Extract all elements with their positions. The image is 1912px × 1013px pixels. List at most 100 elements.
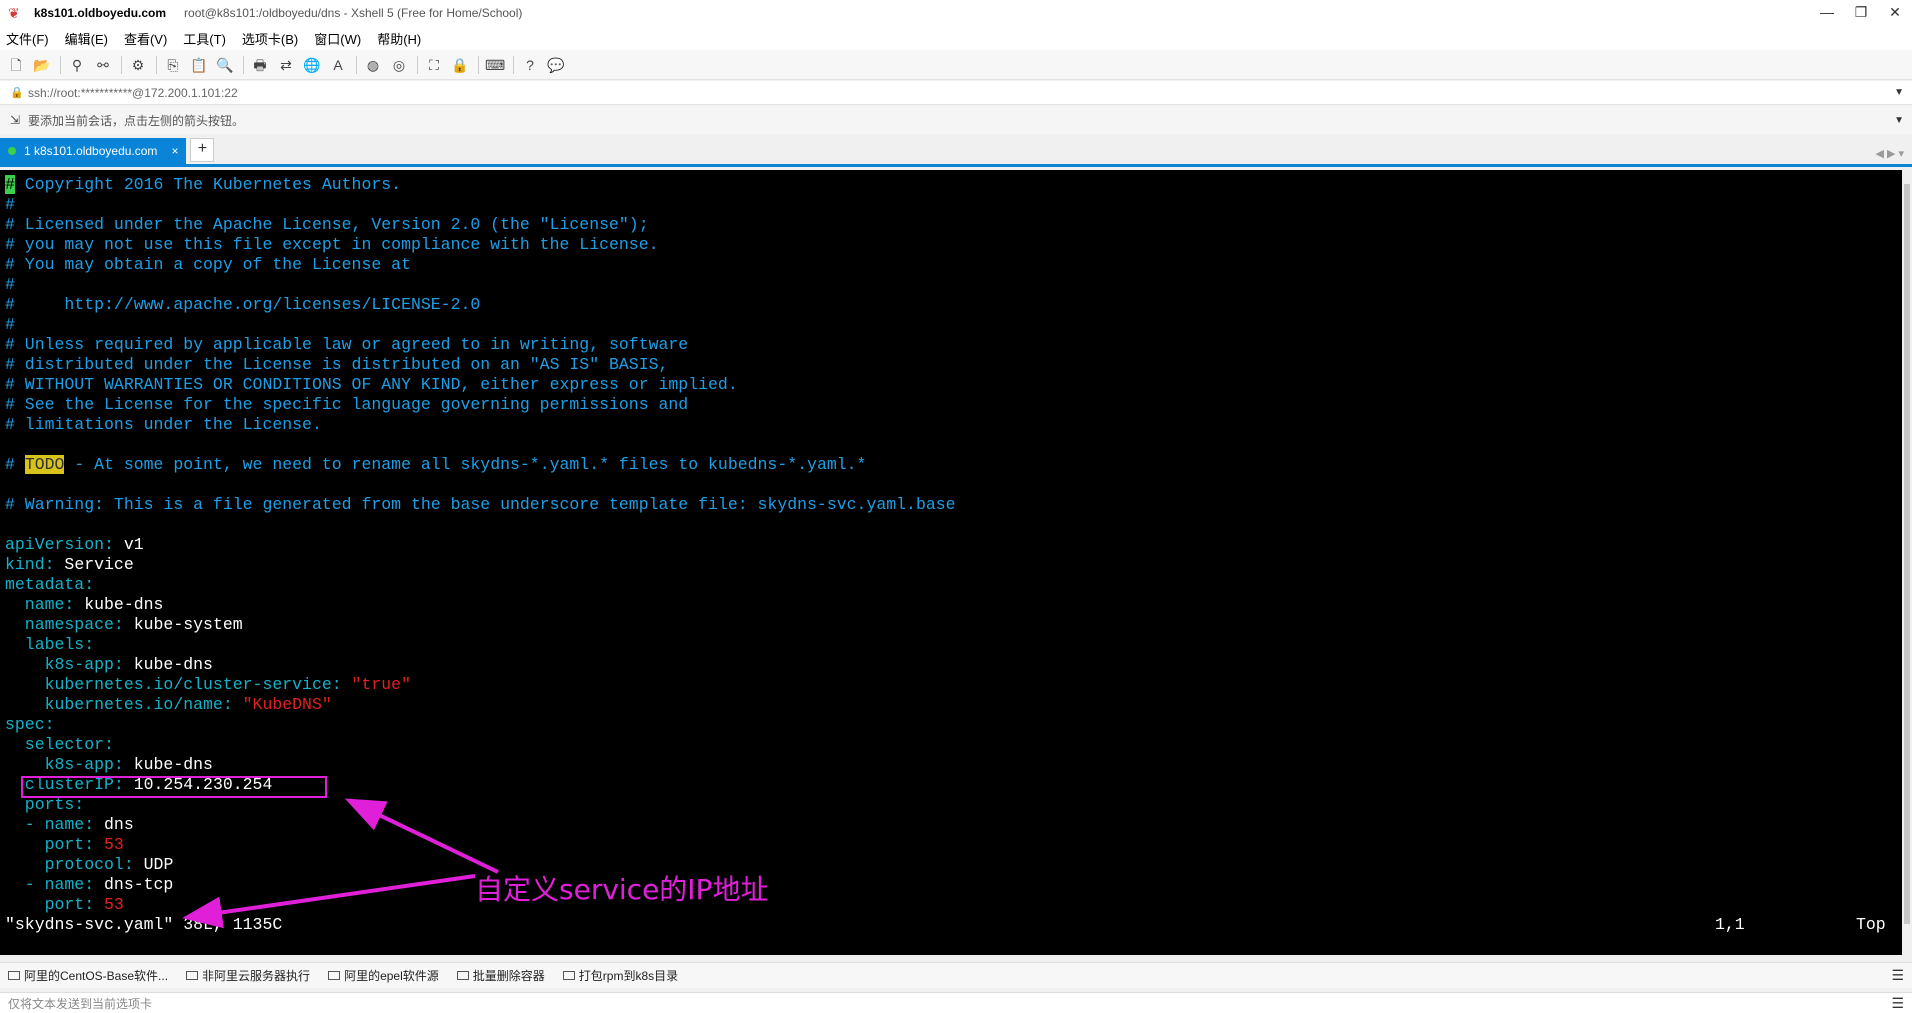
terminal-text: labels: (5, 635, 95, 654)
vim-cursor-position: 1,1 (1715, 915, 1745, 934)
terminal-line: metadata: (5, 575, 94, 595)
quick-command-label: 非阿里云服务器执行 (202, 969, 311, 983)
paste-icon[interactable]: 📋 (189, 55, 209, 75)
quick-command-item[interactable]: 打包rpm到k8s目录 (562, 967, 678, 984)
terminal-text: kube-system (123, 615, 243, 634)
chevron-down-icon[interactable]: ▼ (1894, 87, 1904, 98)
terminal-text: # WITHOUT WARRANTIES OR CONDITIONS OF AN… (5, 375, 738, 394)
tab-session-1[interactable]: 1 k8s101.oldboyedu.com × (0, 138, 187, 164)
terminal-line: # Unless required by applicable law or a… (5, 335, 688, 355)
menu-icon[interactable]: ☰ (1891, 995, 1904, 1012)
terminal-line: kind: Service (5, 555, 134, 575)
terminal-text: - name: (5, 815, 95, 834)
add-tab-button[interactable]: + (190, 138, 215, 162)
terminal-text: spec: (5, 715, 55, 734)
menu-help[interactable]: 帮助(H) (377, 29, 421, 48)
terminal-text: v1 (113, 535, 144, 554)
menu-tools[interactable]: 工具(T) (183, 29, 226, 48)
keyboard-icon (8, 971, 20, 980)
terminal-line: # (5, 275, 15, 295)
fullscreen-icon[interactable]: ⛶ (424, 55, 444, 75)
minimize-button[interactable]: — (1810, 0, 1844, 26)
reconnect-icon[interactable]: ⚲ (67, 55, 87, 75)
terminal-line: labels: (5, 635, 94, 655)
terminal-line: # (5, 315, 15, 335)
terminal-screen[interactable]: # Copyright 2016 The Kubernetes Authors.… (0, 170, 1902, 955)
terminal-text: UDP (133, 855, 174, 874)
terminal-text: kind: (5, 555, 55, 574)
terminal-text: - At some point, we need to rename all s… (64, 455, 867, 474)
close-window-button[interactable]: ✕ (1878, 0, 1912, 26)
tab-bar: 1 k8s101.oldboyedu.com × + ◀ ▶ ▾ (0, 138, 1912, 167)
menu-icon[interactable]: ☰ (1891, 967, 1904, 984)
menu-window[interactable]: 窗口(W) (314, 29, 361, 48)
terminal-text: "KubeDNS" (232, 695, 332, 714)
chat-icon[interactable]: 💬 (546, 55, 566, 75)
terminal-text: namespace: (5, 615, 124, 634)
address-bar[interactable]: 🔒 ssh://root:***********@172.200.1.101:2… (0, 81, 1912, 105)
lock-icon[interactable]: 🔒 (450, 55, 470, 75)
add-session-arrow-icon[interactable]: ⇲ (10, 113, 24, 127)
window-subtitle: root@k8s101:/oldboyedu/dns - Xshell 5 (F… (184, 6, 523, 20)
terminal-text: 53 (94, 895, 124, 914)
xftp-icon[interactable]: ◍ (363, 55, 383, 75)
clusterip-highlight-box (21, 776, 327, 798)
find-icon[interactable]: 🔍 (215, 55, 235, 75)
terminal-text: TODO (24, 455, 65, 474)
quick-command-label: 阿里的epel软件源 (344, 969, 439, 983)
quick-command-item[interactable]: 阿里的epel软件源 (328, 967, 439, 984)
new-session-icon[interactable]: 🗋 (6, 55, 26, 75)
print-icon[interactable]: 🖶 (250, 55, 270, 75)
disconnect-icon[interactable]: ⚯ (93, 55, 113, 75)
terminal-text: # See the License for the specific langu… (5, 395, 689, 414)
terminal-line: # TODO - At some point, we need to renam… (5, 455, 866, 475)
window-controls: — ❐ ✕ (1810, 0, 1912, 26)
terminal-text: kube-dns (74, 595, 164, 614)
terminal-line: k8s-app: kube-dns (5, 755, 213, 775)
keyboard-icon[interactable]: ⌨ (485, 55, 505, 75)
terminal-text: apiVersion: (5, 535, 114, 554)
transfer-icon[interactable]: ⇄ (276, 55, 296, 75)
terminal-text: "true" (341, 675, 411, 694)
quick-command-item[interactable]: 批量删除容器 (456, 967, 545, 984)
terminal-line: spec: (5, 715, 55, 735)
send-text-bar[interactable]: 仅将文本发送到当前选项卡 ☰ (0, 992, 1912, 1013)
terminal-scrollbar[interactable] (1902, 170, 1912, 955)
quick-command-item[interactable]: 阿里的CentOS-Base软件... (8, 967, 168, 984)
copy-icon[interactable]: ⎘ (163, 55, 183, 75)
terminal-line: # Licensed under the Apache License, Ver… (5, 215, 649, 235)
scrollbar-thumb[interactable] (1904, 184, 1910, 924)
script-icon[interactable]: ◎ (389, 55, 409, 75)
terminal-text: kube-dns (123, 655, 213, 674)
quick-command-item[interactable]: 非阿里云服务器执行 (186, 967, 310, 984)
menu-edit[interactable]: 编辑(E) (65, 29, 108, 48)
session-address[interactable]: ssh://root:***********@172.200.1.101:22 (28, 86, 238, 100)
help-icon[interactable]: ? (520, 55, 540, 75)
terminal-line: # you may not use this file except in co… (5, 235, 659, 255)
open-folder-icon[interactable]: 📂 (32, 55, 52, 75)
chevron-down-icon[interactable]: ▼ (1894, 115, 1904, 126)
send-text-input[interactable]: 仅将文本发送到当前选项卡 (8, 995, 152, 1012)
restore-button[interactable]: ❐ (1844, 0, 1878, 26)
toolbar: 🗋 📂 ⚲ ⚯ ⚙ ⎘ 📋 🔍 🖶 ⇄ 🌐 A ◍ ◎ ⛶ 🔒 ⌨ ? 💬 (0, 50, 1912, 80)
toolbar-divider (513, 55, 514, 74)
tab-nav-arrows-icon[interactable]: ◀ ▶ ▾ (1875, 147, 1904, 160)
annotation-label: 自定义service的IP地址 (475, 873, 769, 906)
font-icon[interactable]: A (328, 55, 348, 75)
properties-icon[interactable]: ⚙ (128, 55, 148, 75)
close-tab-icon[interactable]: × (171, 144, 178, 158)
menu-tabs[interactable]: 选项卡(B) (242, 29, 298, 48)
tab-label: 1 k8s101.oldboyedu.com (24, 144, 158, 158)
keyboard-icon (562, 971, 575, 980)
connected-status-icon (8, 147, 16, 155)
toolbar-divider (356, 55, 357, 74)
terminal-line: # You may obtain a copy of the License a… (5, 255, 411, 275)
menu-file[interactable]: 文件(F) (6, 29, 49, 48)
terminal-text: # (5, 315, 15, 334)
terminal-line: port: 53 (5, 895, 124, 915)
terminal-line: # See the License for the specific langu… (5, 395, 688, 415)
menu-view[interactable]: 查看(V) (124, 29, 167, 48)
globe-icon[interactable]: 🌐 (302, 55, 322, 75)
toolbar-divider (417, 55, 418, 74)
window-host-title: k8s101.oldboyedu.com (34, 6, 167, 20)
